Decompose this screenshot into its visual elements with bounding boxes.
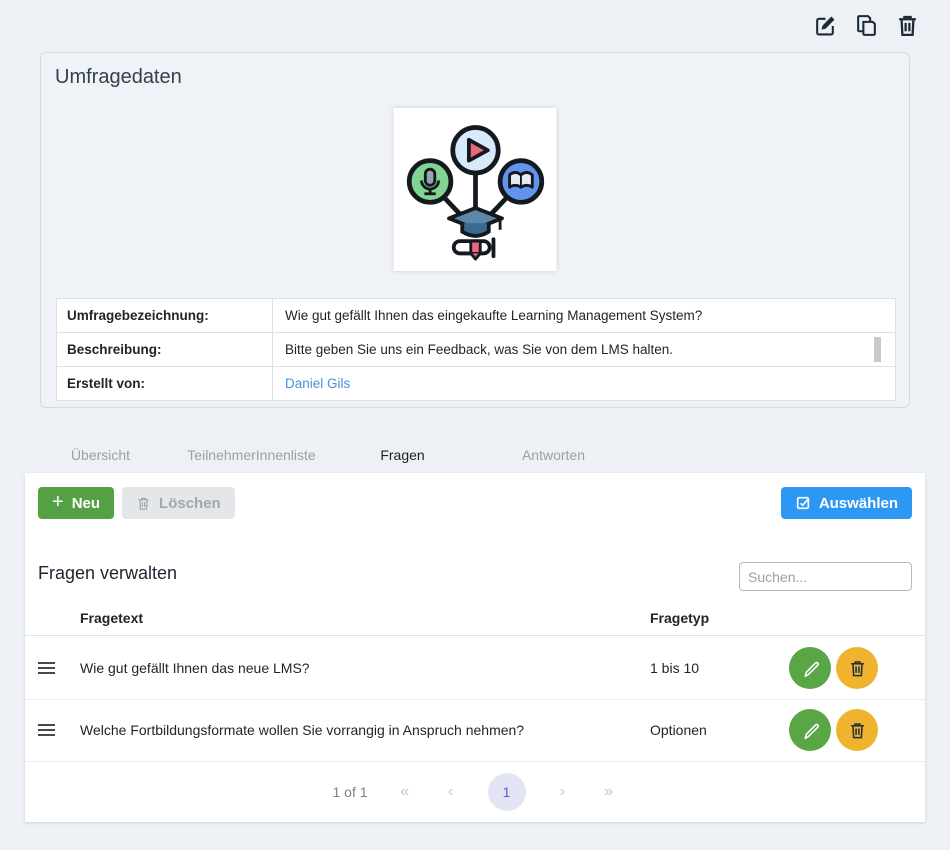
field-value: Bitte geben Sie uns ein Feedback, was Si…	[273, 333, 673, 366]
last-page-button[interactable]: »	[600, 783, 618, 801]
survey-card-title: Umfragedaten	[55, 66, 182, 89]
neu-button[interactable]: + Neu	[38, 487, 114, 519]
edit-icon[interactable]	[813, 13, 838, 38]
question-text: Wie gut gefällt Ihnen das neue LMS?	[80, 660, 310, 676]
trash-icon	[136, 496, 151, 511]
field-label: Erstellt von:	[57, 367, 273, 400]
trash-icon	[848, 659, 867, 678]
question-type: 1 bis 10	[650, 660, 699, 676]
survey-card: Umfragedaten Umfragebezeichn	[40, 52, 910, 408]
checkbox-icon	[795, 495, 811, 511]
scrollbar-thumb[interactable]	[874, 337, 881, 362]
auswaehlen-button[interactable]: Auswählen	[781, 487, 912, 519]
action-toolbar: + Neu Löschen Auswählen	[38, 487, 912, 519]
tab-antworten[interactable]: Antworten	[478, 437, 629, 476]
edit-question-button[interactable]	[789, 709, 831, 751]
prev-page-button[interactable]: ‹	[442, 783, 460, 801]
survey-image	[394, 108, 557, 271]
delete-question-button[interactable]	[836, 647, 878, 689]
pagination: 1 of 1 « ‹ 1 › »	[25, 761, 925, 822]
questions-table-header: Fragetext Fragetyp	[25, 603, 925, 636]
next-page-button[interactable]: ›	[554, 783, 572, 801]
pencil-icon	[800, 720, 821, 741]
table-row-umfragebezeichnung: Umfragebezeichnung: Wie gut gefällt Ihne…	[57, 299, 895, 333]
survey-info-table: Umfragebezeichnung: Wie gut gefällt Ihne…	[56, 298, 896, 401]
row-actions	[789, 647, 878, 689]
field-label: Umfragebezeichnung:	[57, 299, 273, 332]
loeschen-button[interactable]: Löschen	[122, 487, 235, 519]
window-toolbar	[813, 13, 920, 38]
column-header-fragetext: Fragetext	[80, 610, 143, 626]
creator-link[interactable]: Daniel Gils	[285, 376, 350, 391]
question-type: Optionen	[650, 722, 707, 738]
current-page-button[interactable]: 1	[488, 773, 526, 811]
field-value: Wie gut gefällt Ihnen das eingekaufte Le…	[273, 299, 702, 332]
trash-icon[interactable]	[895, 13, 920, 38]
e-learning-illustration-icon	[404, 119, 546, 261]
delete-question-button[interactable]	[836, 709, 878, 751]
question-text: Welche Fortbildungsformate wollen Sie vo…	[80, 722, 524, 738]
row-actions	[789, 709, 878, 751]
survey-admin-page: { "window_toolbar": { "edit_icon": "edit…	[0, 0, 950, 850]
table-row-beschreibung: Beschreibung: Bitte geben Sie uns ein Fe…	[57, 333, 895, 367]
plus-icon: +	[52, 492, 64, 512]
tab-fragen[interactable]: Fragen	[327, 437, 478, 476]
first-page-button[interactable]: «	[396, 783, 414, 801]
trash-icon	[848, 721, 867, 740]
drag-handle-icon[interactable]	[36, 720, 57, 740]
tab-bar: Übersicht TeilnehmerInnenliste Fragen An…	[25, 437, 629, 476]
tab-uebersicht[interactable]: Übersicht	[25, 437, 176, 476]
edit-question-button[interactable]	[789, 647, 831, 689]
copy-icon[interactable]	[854, 13, 879, 38]
drag-handle-icon[interactable]	[36, 658, 57, 678]
pencil-icon	[800, 658, 821, 679]
question-row: Welche Fortbildungsformate wollen Sie vo…	[25, 699, 925, 762]
tab-teilnehmerinnenliste[interactable]: TeilnehmerInnenliste	[176, 437, 327, 476]
pagination-info: 1 of 1	[332, 784, 367, 800]
search-input[interactable]	[739, 562, 912, 591]
table-row-erstellt-von: Erstellt von: Daniel Gils	[57, 367, 895, 400]
question-row: Wie gut gefällt Ihnen das neue LMS? 1 bi…	[25, 637, 925, 700]
column-header-fragetyp: Fragetyp	[650, 610, 709, 626]
page-title: Fragen verwalten	[38, 563, 177, 584]
field-label: Beschreibung:	[57, 333, 273, 366]
fragen-panel: + Neu Löschen Auswählen Fragen verwalten…	[25, 473, 925, 822]
